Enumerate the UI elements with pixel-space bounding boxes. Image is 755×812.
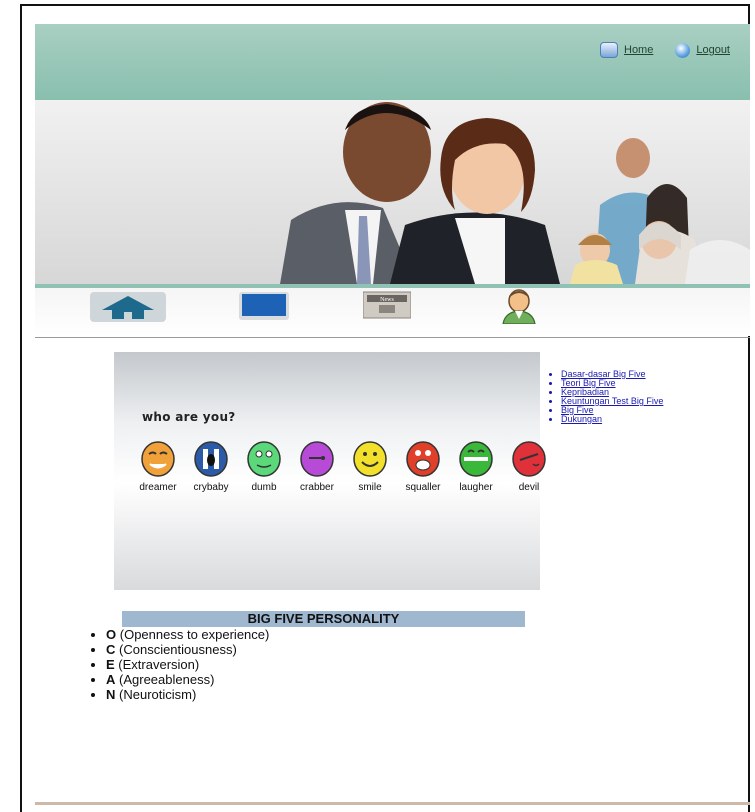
business-people-photo <box>280 102 750 284</box>
home-icon <box>90 292 166 322</box>
face-squaller[interactable]: squaller <box>401 440 445 493</box>
big-five-heading: BIG FIVE PERSONALITY <box>122 611 525 627</box>
devil-face-icon <box>512 441 546 477</box>
trait-description: (Extraversion) <box>118 657 200 672</box>
trait-letter: N <box>106 687 116 702</box>
header-links: Home Logout <box>600 42 730 58</box>
big-five-list: O (Openness to experience)C (Conscientio… <box>90 627 269 702</box>
face-label: dreamer <box>139 482 177 493</box>
face-label: laugher <box>459 482 493 493</box>
hero-banner <box>35 100 750 284</box>
nav-monitor-button[interactable] <box>239 288 289 324</box>
personality-banner: who are you? dreamer crybaby dumb crabber sm… <box>114 352 546 590</box>
crybaby-face-icon <box>194 441 228 477</box>
logout-link[interactable]: Logout <box>675 42 730 58</box>
logout-link-label: Logout <box>696 44 730 56</box>
big-five-item: A (Agreeableness) <box>106 672 269 687</box>
crabber-face-icon <box>300 441 334 477</box>
home-link-label: Home <box>624 44 654 56</box>
trait-letter: C <box>106 642 116 657</box>
trait-description: (Agreeableness) <box>119 672 215 687</box>
news-icon: News <box>362 291 412 319</box>
big-five-item: C (Conscientiousness) <box>106 642 269 657</box>
monitor-icon <box>239 292 289 320</box>
trait-letter: O <box>106 627 117 642</box>
news-icon-text: News <box>380 297 394 303</box>
face-devil[interactable]: devil <box>507 440 551 493</box>
nav-user-button[interactable] <box>499 288 539 325</box>
face-crabber[interactable]: crabber <box>295 440 339 493</box>
home-link[interactable]: Home <box>600 42 653 58</box>
home-icon <box>600 42 618 58</box>
nav-home-button[interactable] <box>90 288 166 324</box>
logout-icon <box>675 42 691 58</box>
face-label: smile <box>358 482 382 493</box>
face-crybaby[interactable]: crybaby <box>189 440 233 493</box>
face-dreamer[interactable]: dreamer <box>136 440 180 493</box>
big-five-item: E (Extraversion) <box>106 657 269 672</box>
big-five-item: O (Openness to experience) <box>106 627 269 642</box>
face-laugher[interactable]: laugher <box>454 440 498 493</box>
face-row: dreamer crybaby dumb crabber smile squaller la… <box>136 440 551 493</box>
laugher-face-icon <box>459 441 493 477</box>
big-five-item: N (Neuroticism) <box>106 687 269 702</box>
trait-letter: E <box>106 657 115 672</box>
dreamer-face-icon <box>141 441 175 477</box>
icon-nav: News <box>35 288 750 336</box>
trait-letter: A <box>106 672 116 687</box>
face-label: crabber <box>300 482 334 493</box>
face-label: squaller <box>405 482 441 493</box>
dumb-face-icon <box>247 441 281 477</box>
smile-face-icon <box>353 441 387 477</box>
trait-description: (Neuroticism) <box>119 687 197 702</box>
face-dumb[interactable]: dumb <box>242 440 286 493</box>
footer-line <box>35 802 750 805</box>
side-link[interactable]: Dukungan <box>561 415 663 424</box>
side-links: Dasar-dasar Big FiveTeori Big FiveKeprib… <box>550 370 663 424</box>
face-smile[interactable]: smile <box>348 440 392 493</box>
user-icon <box>502 289 536 325</box>
squaller-face-icon <box>406 441 440 477</box>
nav-divider <box>35 337 750 338</box>
face-label: crybaby <box>193 482 229 493</box>
banner-title: who are you? <box>142 410 236 424</box>
nav-news-button[interactable]: News <box>362 288 412 324</box>
face-label: dumb <box>251 482 277 493</box>
header-bar: Home Logout <box>35 24 750 100</box>
trait-description: (Openness to experience) <box>119 627 270 642</box>
trait-description: (Conscientiousness) <box>119 642 237 657</box>
face-label: devil <box>518 482 540 493</box>
